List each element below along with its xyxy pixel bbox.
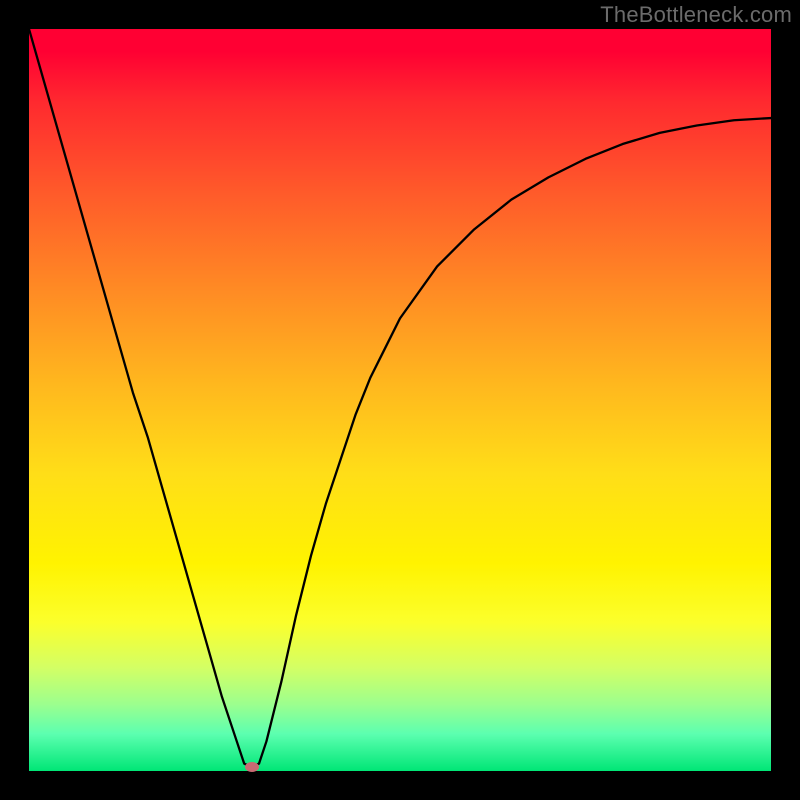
- optimal-point-marker: [245, 762, 259, 772]
- bottleneck-curve: [29, 29, 771, 771]
- plot-area: [29, 29, 771, 771]
- chart-frame: TheBottleneck.com: [0, 0, 800, 800]
- watermark-text: TheBottleneck.com: [600, 2, 792, 28]
